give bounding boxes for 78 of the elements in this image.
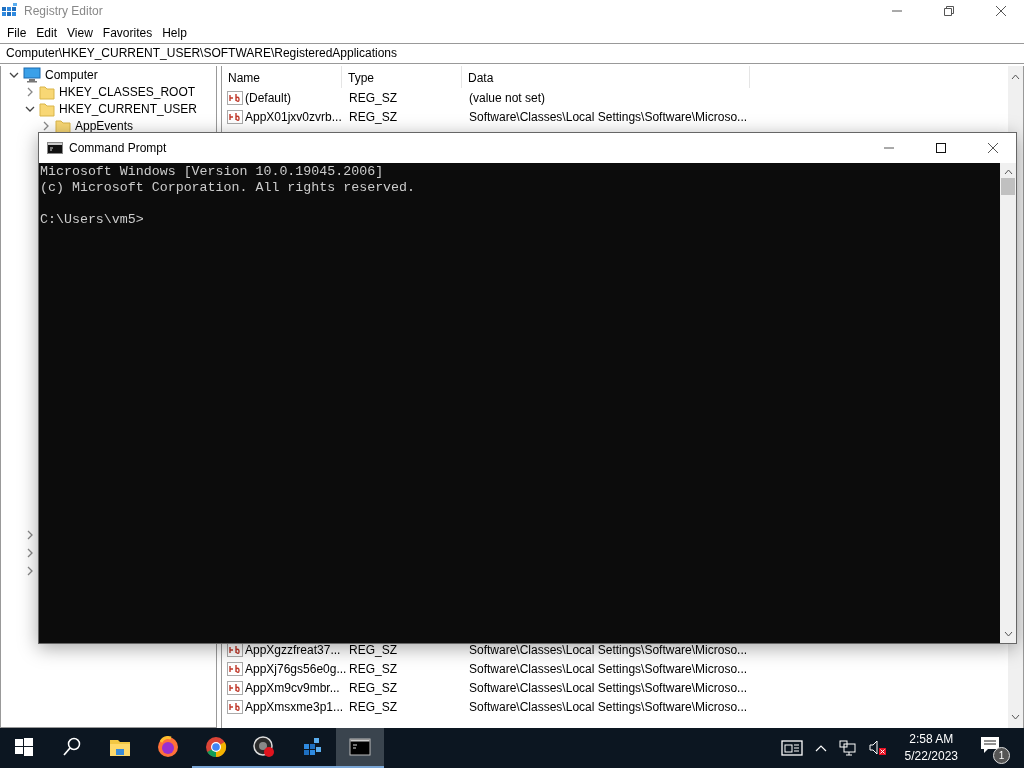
expand-chevron-icon[interactable]: [25, 548, 35, 558]
column-header[interactable]: Name: [222, 66, 342, 88]
folder-icon: [55, 117, 71, 134]
scroll-up-icon: [1011, 74, 1020, 80]
menu-item[interactable]: View: [62, 25, 98, 40]
restore-icon: [944, 6, 954, 16]
column-header[interactable]: Data: [462, 66, 750, 88]
scrollbar[interactable]: [1000, 163, 1016, 643]
string-value-icon: [227, 661, 243, 676]
muted-speaker-icon[interactable]: [868, 740, 887, 756]
tree-item[interactable]: Computer: [45, 67, 98, 82]
value-type: REG_SZ: [348, 699, 398, 714]
value-type: REG_SZ: [348, 90, 398, 105]
value-type: REG_SZ: [348, 642, 398, 657]
expand-chevron-icon[interactable]: [41, 120, 51, 131]
chrome-icon: [205, 736, 227, 758]
value-name[interactable]: AppXj76gs56e0g...: [245, 661, 347, 676]
value-type: REG_SZ: [348, 109, 398, 124]
tree-item[interactable]: HKEY_CURRENT_USER: [59, 101, 198, 116]
scroll-down-icon: [1011, 714, 1020, 720]
value-name[interactable]: AppXmsxme3p1...: [245, 699, 344, 714]
maximize-icon: [936, 143, 946, 153]
taskbar-button[interactable]: [336, 728, 384, 768]
value-data: Software\Classes\Local Settings\Software\Microso...: [468, 642, 748, 657]
expand-chevron-icon[interactable]: [25, 566, 35, 576]
notification-button[interactable]: 1: [976, 732, 1010, 764]
column-header[interactable]: Type: [342, 66, 462, 88]
value-data: Software\Classes\Local Settings\Software\Microso...: [468, 109, 748, 124]
value-data: (value not set): [468, 90, 546, 105]
menu-item[interactable]: File: [2, 25, 32, 40]
scroll-down-icon: [1003, 631, 1013, 637]
string-value-icon: [227, 90, 243, 105]
string-value-icon: [227, 680, 243, 695]
recorder-icon: [253, 736, 275, 758]
scroll-up-icon: [1003, 169, 1013, 175]
window-title: Command Prompt: [69, 141, 167, 155]
value-data: Software\Classes\Local Settings\Software\Microso...: [468, 699, 748, 714]
console-icon: [47, 142, 63, 154]
search-icon: [61, 736, 83, 758]
menu-item[interactable]: Help: [157, 25, 192, 40]
menu-item[interactable]: Edit: [31, 25, 63, 40]
console-icon: [349, 736, 371, 758]
string-value-icon: [227, 699, 243, 714]
tree-item[interactable]: HKEY_CLASSES_ROOT: [59, 84, 196, 99]
close-icon: [988, 143, 998, 153]
clock-time: 2:58 AM: [909, 731, 954, 748]
string-value-icon: [227, 109, 243, 124]
chevron-up-icon[interactable]: [814, 744, 827, 752]
registry-icon: [2, 3, 18, 19]
network-icon[interactable]: [838, 740, 857, 756]
clock[interactable]: 2:58 AM 5/22/2023: [904, 731, 958, 765]
browser-icon: [157, 736, 179, 758]
value-name[interactable]: AppXgzzfreat37...: [245, 642, 341, 657]
message-icon: [980, 736, 1000, 754]
notification-badge: 1: [993, 747, 1010, 764]
value-name[interactable]: AppXm9cv9mbr...: [245, 680, 340, 695]
address-field[interactable]: Computer\HKEY_CURRENT_USER\SOFTWARE\RegisteredApplications: [0, 43, 1024, 64]
computer-icon: [23, 66, 41, 83]
value-type: REG_SZ: [348, 680, 398, 695]
tree-item[interactable]: AppEvents: [75, 118, 134, 133]
start-icon: [13, 736, 35, 758]
scroll-thumb[interactable]: [1001, 178, 1015, 195]
window-title: Registry Editor: [24, 4, 103, 18]
menu-item[interactable]: Favorites: [97, 25, 158, 40]
expand-chevron-icon[interactable]: [25, 530, 35, 540]
value-data: Software\Classes\Local Settings\Software\Microso...: [468, 661, 748, 676]
value-data: Software\Classes\Local Settings\Software\Microso...: [468, 680, 748, 695]
console-window[interactable]: Command Prompt Microsoft Windows [Version 10.0.19045.2006] (c) Microsoft Corporation. All rights reserved. C:\Users\vm5>: [38, 132, 1017, 644]
folder-icon: [39, 100, 55, 117]
console-output: Microsoft Windows [Version 10.0.19045.2006] (c) Microsoft Corporation. All rights reserved. C:\Users\vm5>: [39, 163, 417, 229]
value-name[interactable]: (Default): [245, 90, 291, 105]
folder-icon: [39, 83, 55, 100]
close-icon: [996, 6, 1006, 16]
news-icon[interactable]: [780, 740, 803, 756]
expand-chevron-icon[interactable]: [25, 86, 35, 97]
clock-date: 5/22/2023: [904, 748, 958, 765]
value-name[interactable]: AppX01jxv0zvrb...: [245, 109, 342, 124]
registry-icon: [301, 736, 323, 758]
